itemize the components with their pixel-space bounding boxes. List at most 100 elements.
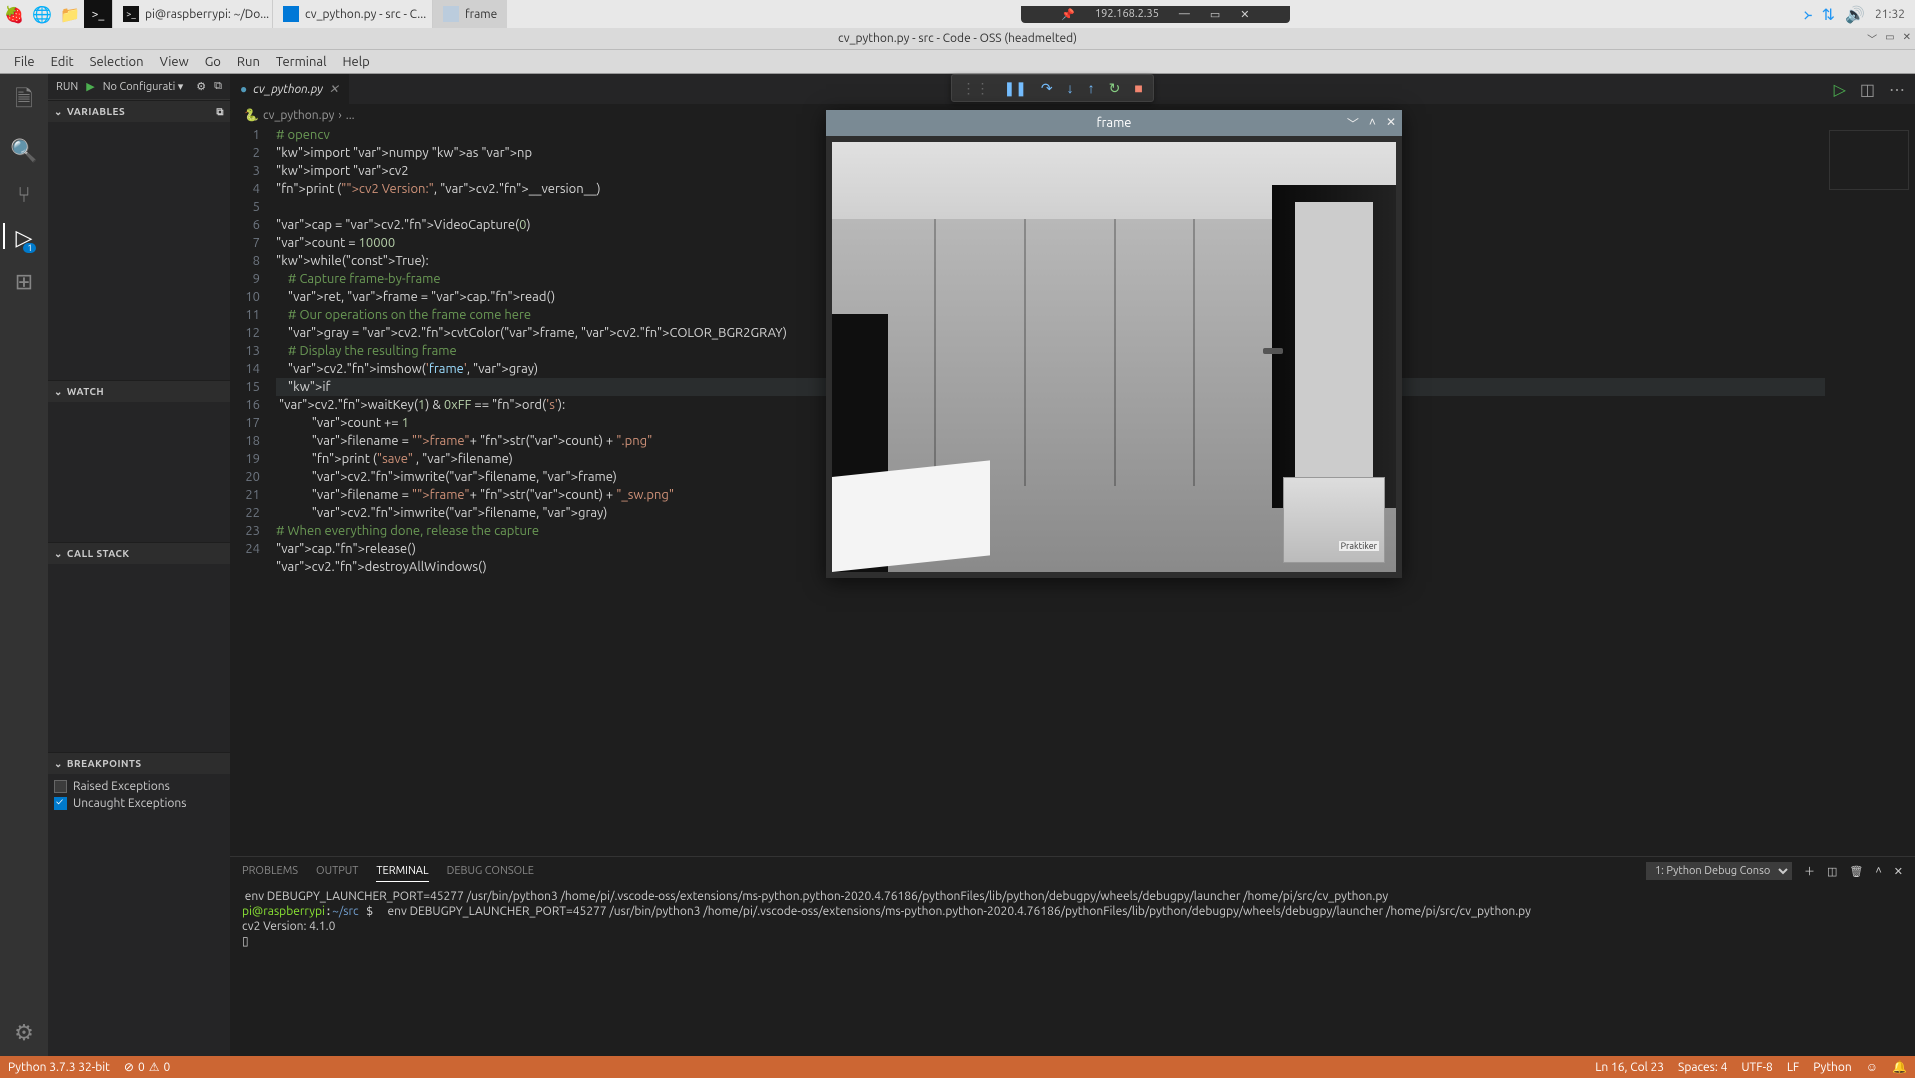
panel-tab-problems[interactable]: PROBLEMS [242,861,298,881]
status-eol[interactable]: LF [1787,1060,1799,1074]
split-terminal-icon[interactable]: ◫ [1827,865,1837,878]
run-debug-icon[interactable]: ▷1 [16,225,33,251]
new-terminal-icon[interactable]: ＋ [1804,863,1815,879]
explorer-icon[interactable]: 🗎 [15,82,33,120]
raspberry-menu-icon[interactable]: 🍓 [0,0,28,28]
debug-badge: 1 [23,243,36,253]
debug-popout-icon[interactable]: ⧉ [214,80,222,93]
section-breakpoints-header[interactable]: ⌄BREAKPOINTS [48,752,230,774]
terminal-selector[interactable]: 1: Python Debug Conso [1646,862,1792,880]
panel-tab-debugconsole[interactable]: DEBUG CONSOLE [447,861,534,881]
breadcrumb-separator-icon: › [338,109,341,122]
menu-terminal[interactable]: Terminal [268,52,335,72]
settings-gear-icon[interactable]: ⚙ [14,1020,34,1046]
opencv-frame-window[interactable]: frame ﹀ ˄ ✕ Praktiker [826,110,1402,578]
taskbar-window-frame[interactable]: frame [432,0,507,28]
status-encoding[interactable]: UTF-8 [1741,1060,1772,1074]
status-errors[interactable]: ⊘ 0 ⚠ 0 [124,1060,170,1074]
kill-terminal-icon[interactable]: 🗑 [1849,865,1863,878]
prompt-path: ~/src [332,905,358,918]
window-close-icon[interactable]: ✕ [1903,31,1911,46]
menu-selection[interactable]: Selection [82,52,152,72]
drag-grip-icon[interactable]: ⋮⋮ [961,80,989,97]
panel-tab-output[interactable]: OUTPUT [316,861,358,881]
status-python-version[interactable]: Python 3.7.3 32-bit [8,1061,110,1074]
source-control-icon[interactable]: ⑂ [17,182,30,207]
editor-tab-cvpython[interactable]: ● cv_python.py ✕ [230,74,350,104]
menu-file[interactable]: File [6,52,43,72]
search-icon[interactable]: 🔍 [10,138,37,164]
section-callstack-body [48,564,230,752]
terminal-launcher-icon[interactable]: >_ [84,0,112,28]
status-indentation[interactable]: Spaces: 4 [1678,1060,1727,1074]
opencv-frame-titlebar[interactable]: frame ﹀ ˄ ✕ [826,110,1402,136]
status-feedback-icon[interactable]: ☺ [1866,1060,1878,1074]
network-icon[interactable]: ⇅ [1822,5,1835,24]
debug-sidebar: RUN ▶ No Configurati ▾ ⚙ ⧉ ⌄VARIABLES ⧉ … [48,74,230,1056]
section-callstack-header[interactable]: ⌄CALL STACK [48,542,230,564]
breadcrumb-more[interactable]: ... [346,109,355,122]
window-titlebar[interactable]: cv_python.py - src - Code - OSS (headmel… [0,28,1915,50]
menu-go[interactable]: Go [197,52,229,72]
file-manager-icon[interactable]: 📁 [56,0,84,28]
terminal-body[interactable]: env DEBUGPY_LAUNCHER_PORT=45277 /usr/bin… [230,885,1915,1056]
clock-label[interactable]: 21:32 [1875,8,1905,21]
frame-maximize-icon[interactable]: ˄ [1369,115,1376,132]
vnc-close-icon[interactable]: ✕ [1240,8,1249,21]
step-out-icon[interactable]: ↑ [1088,80,1095,96]
status-cursor-position[interactable]: Ln 16, Col 23 [1595,1060,1664,1074]
step-into-icon[interactable]: ↓ [1067,80,1074,96]
section-variables-header[interactable]: ⌄VARIABLES ⧉ [48,100,230,122]
tab-close-icon[interactable]: ✕ [329,82,339,96]
window-maximize-icon[interactable]: ▭ [1885,31,1894,46]
status-notifications-icon[interactable]: 🔔 [1892,1060,1907,1074]
checkbox-checked-icon[interactable] [54,797,67,810]
status-bar: Python 3.7.3 32-bit ⊘ 0 ⚠ 0 Ln 16, Col 2… [0,1056,1915,1078]
vnc-host-label: 192.168.2.35 [1095,8,1159,20]
close-panel-icon[interactable]: ✕ [1894,865,1903,878]
frame-close-icon[interactable]: ✕ [1386,115,1396,132]
debug-toolbar[interactable]: ⋮⋮ ❚❚ ↷ ↓ ↑ ↻ ■ [950,74,1153,102]
menu-view[interactable]: View [152,52,197,72]
more-actions-icon[interactable]: ⋯ [1889,80,1905,99]
pause-icon[interactable]: ❚❚ [1003,80,1026,97]
volume-icon[interactable]: 🔊 [1845,5,1865,24]
breakpoint-raised[interactable]: Raised Exceptions [54,778,224,795]
step-over-icon[interactable]: ↷ [1041,80,1053,97]
taskbar-window-terminal[interactable]: >_ pi@raspberrypi: ~/Do... [112,0,272,28]
menu-edit[interactable]: Edit [43,52,82,72]
section-watch-header[interactable]: ⌄WATCH [48,380,230,402]
tab-actions: ▷ ◫ ⋯ [1834,74,1915,104]
checkbox-unchecked-icon[interactable] [54,780,67,793]
start-debug-icon[interactable]: ▶ [86,80,94,93]
restart-icon[interactable]: ↻ [1109,80,1121,97]
panel-tab-terminal[interactable]: TERMINAL [376,861,428,882]
web-browser-icon[interactable]: 🌐 [28,0,56,28]
bluetooth-icon[interactable]: ᚛ [1804,5,1812,24]
taskbar-item-label: pi@raspberrypi: ~/Do... [145,8,269,21]
vnc-toolbar[interactable]: 📌 192.168.2.35 — ▭ ✕ [1021,6,1289,23]
status-language[interactable]: Python [1813,1060,1852,1074]
window-minimize-icon[interactable]: ﹀ [1867,31,1877,46]
extensions-icon[interactable]: ⊞ [15,269,33,295]
breakpoint-uncaught[interactable]: Uncaught Exceptions [54,795,224,812]
debug-config-dropdown[interactable]: No Configurati ▾ [103,80,184,93]
run-file-icon[interactable]: ▷ [1834,80,1846,99]
collapse-icon[interactable]: ⧉ [216,106,224,118]
vnc-minimize-icon[interactable]: — [1179,8,1190,20]
panel-tabs: PROBLEMS OUTPUT TERMINAL DEBUG CONSOLE 1… [230,857,1915,885]
minimap[interactable] [1825,126,1915,856]
taskbar-window-vscode[interactable]: cv_python.py - src - C... [272,0,432,28]
stop-icon[interactable]: ■ [1134,80,1142,96]
box-label: Praktiker [1339,541,1379,551]
split-editor-icon[interactable]: ◫ [1860,80,1875,99]
vnc-pin-icon[interactable]: 📌 [1061,8,1075,21]
vnc-maximize-icon[interactable]: ▭ [1210,8,1220,21]
frame-minimize-icon[interactable]: ﹀ [1347,115,1359,132]
bottom-panel: PROBLEMS OUTPUT TERMINAL DEBUG CONSOLE 1… [230,856,1915,1056]
maximize-panel-icon[interactable]: ˄ [1875,865,1881,877]
menu-run[interactable]: Run [229,52,268,72]
breadcrumb-file[interactable]: cv_python.py [263,109,334,122]
menu-help[interactable]: Help [334,52,377,72]
debug-settings-icon[interactable]: ⚙ [196,80,206,93]
